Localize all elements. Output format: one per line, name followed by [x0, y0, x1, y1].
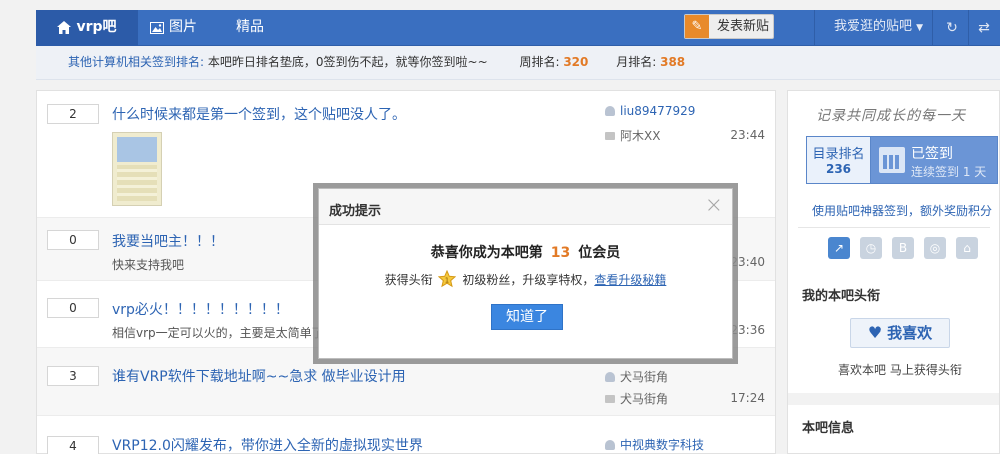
- badge-prefix: 获得头衔: [384, 273, 433, 287]
- user-icon: [605, 106, 615, 116]
- my-forums-label: 我爱逛的贴吧: [834, 19, 913, 34]
- right-sidebar: 记录共同成长的每一天 目录排名 236 已签到 连续签到 1 天 使用贴吧神器签…: [787, 90, 1000, 454]
- like-hint: 喜欢本吧 马上获得头衔: [838, 363, 962, 377]
- catalog-rank-label: 目录排名: [812, 147, 865, 162]
- comment-icon: [605, 395, 615, 403]
- picture-icon: [150, 22, 164, 34]
- nav-divider: [814, 10, 815, 46]
- catalog-rank[interactable]: 目录排名 236: [807, 137, 871, 183]
- thread-title[interactable]: vrp必火！！！！！！！！！: [112, 299, 289, 319]
- tab-best[interactable]: 精品: [236, 10, 286, 46]
- thread-author-name: 中视典数字科技: [620, 438, 705, 452]
- divider: [798, 227, 990, 228]
- like-forum-button[interactable]: ♥ 我喜欢: [850, 318, 950, 348]
- dialog-header: 成功提示 ×: [319, 189, 732, 225]
- heart-icon: ♥: [867, 323, 883, 342]
- user-icon: [605, 372, 615, 382]
- badge-level: 1: [445, 277, 449, 285]
- thread-author[interactable]: liu89477929: [605, 104, 695, 118]
- new-post-label: 发表新贴: [717, 19, 770, 34]
- forum-navbar: vrp吧 图片 精品 ✎ 发表新贴 我爱逛的贴吧 ▼ ↻ ⇄: [36, 10, 1000, 46]
- reply-count: 4: [47, 436, 99, 454]
- tab-forum-label: vrp吧: [76, 19, 117, 35]
- thread-title[interactable]: 什么时候来都是第一个签到，这个贴吧没人了。: [112, 104, 406, 124]
- pen-icon: ✎: [685, 15, 709, 38]
- calendar-icon: [879, 147, 905, 173]
- like-button-label: 我喜欢: [887, 324, 933, 342]
- sidebar-slogan: 记录共同成长的每一天: [816, 108, 966, 124]
- share-icon[interactable]: ↗: [828, 237, 850, 259]
- catalog-rank-value: 236: [825, 162, 852, 176]
- congrats-suffix: 位会员: [578, 245, 621, 261]
- nav-divider: [968, 10, 969, 46]
- last-reply-time: 17:24: [730, 391, 765, 405]
- reply-count: 2: [47, 104, 99, 124]
- congrats-message: 恭喜你成为本吧第 13 位会员: [319, 242, 732, 262]
- category-rank-link[interactable]: 其他计算机相关签到排名:: [68, 55, 204, 69]
- user-icon: [605, 440, 615, 450]
- reply-count: 3: [47, 366, 99, 386]
- thread-author-name: 犬马街角: [620, 370, 669, 384]
- thread-author[interactable]: 中视典数字科技: [605, 436, 704, 453]
- sign-tool-link[interactable]: 使用贴吧神器签到，额外奖励积分: [812, 202, 992, 219]
- top-nav: vrp吧 图片 精品 ✎ 发表新贴 我爱逛的贴吧 ▼ ↻ ⇄: [0, 0, 1000, 46]
- sign-in-box: 目录排名 236 已签到 连续签到 1 天: [806, 136, 998, 184]
- week-rank-value: 320: [563, 55, 589, 69]
- refresh-icon[interactable]: ↻: [940, 10, 964, 46]
- last-reply-time: 23:44: [730, 128, 765, 142]
- my-title-heading: 我的本吧头衔: [802, 289, 881, 304]
- tab-pictures[interactable]: 图片: [150, 10, 230, 46]
- reply-count: 0: [47, 298, 99, 318]
- target-icon[interactable]: ◎: [924, 237, 946, 259]
- last-replier-name: 犬马街角: [620, 392, 669, 406]
- rank-message: 本吧昨日排名垫底，0签到伤不起，就等你签到啦~~: [207, 55, 488, 69]
- thread-title[interactable]: 谁有VRP软件下载地址啊~~急求 做毕业设计用: [112, 366, 406, 386]
- badge-line: 获得头衔 1 初级粉丝，升级享特权，查看升级秘籍: [319, 270, 732, 288]
- forum-info-heading: 本吧信息: [802, 421, 855, 436]
- thread-snippet: 相信vrp一定可以火的，主要是太简单了: [112, 326, 324, 340]
- caret-down-icon: ▼: [916, 23, 924, 33]
- week-rank-label: 周排名:: [519, 55, 560, 69]
- signed-in-label: 已签到: [911, 146, 953, 162]
- reply-count: 0: [47, 230, 99, 250]
- thread-title[interactable]: VRP12.0闪耀发布，带你进入全新的虚拟现实世界: [112, 435, 423, 454]
- sign-rank-bar: 其他计算机相关签到排名: 本吧昨日排名垫底，0签到伤不起，就等你签到啦~~ 周排…: [36, 46, 1000, 80]
- sign-streak: 连续签到 1 天: [911, 165, 987, 179]
- thread-author-name: liu89477929: [620, 104, 696, 118]
- badge-icon[interactable]: B: [892, 237, 914, 259]
- month-rank-label: 月排名:: [616, 55, 657, 69]
- star-badge-icon: 1: [438, 270, 457, 288]
- home-icon: [57, 21, 72, 34]
- nav-divider: [932, 10, 933, 46]
- app-icon-row: ↗ ◷ B ◎ ⌂: [828, 237, 988, 261]
- swap-icon[interactable]: ⇄: [972, 10, 996, 46]
- comment-icon: [605, 132, 615, 140]
- tab-forum-home[interactable]: vrp吧: [36, 10, 138, 46]
- thread-title[interactable]: 我要当吧主！！！: [112, 231, 224, 251]
- thread-thumbnail[interactable]: [112, 132, 162, 206]
- thread-author[interactable]: 犬马街角: [605, 368, 668, 385]
- last-replier[interactable]: 犬马街角: [605, 390, 668, 407]
- close-icon[interactable]: ×: [705, 195, 723, 217]
- thread-row: 4 VRP12.0闪耀发布，带你进入全新的虚拟现实世界 中视典数字科技: [37, 416, 775, 454]
- gauge-icon[interactable]: ◷: [860, 237, 882, 259]
- ok-button[interactable]: 知道了: [491, 304, 563, 330]
- last-replier[interactable]: 阿木XX: [605, 127, 660, 144]
- new-post-button[interactable]: ✎ 发表新贴: [684, 14, 774, 39]
- congrats-prefix: 恭喜你成为本吧第: [430, 245, 543, 261]
- thread-snippet: 快来支持我吧: [112, 258, 185, 272]
- my-forums-dropdown[interactable]: 我爱逛的贴吧 ▼: [834, 10, 923, 45]
- member-number: 13: [550, 245, 571, 261]
- last-replier-name: 阿木XX: [620, 129, 661, 143]
- tab-pictures-label: 图片: [169, 19, 197, 35]
- success-dialog: 成功提示 × 恭喜你成为本吧第 13 位会员 获得头衔 1 初级粉丝，升级享特权，查…: [318, 188, 733, 359]
- badge-suffix: 初级粉丝，升级享特权，: [462, 273, 595, 287]
- upgrade-guide-link[interactable]: 查看升级秘籍: [594, 273, 666, 287]
- month-rank-value: 388: [660, 55, 686, 69]
- house-icon[interactable]: ⌂: [956, 237, 978, 259]
- section-gap: [788, 393, 999, 405]
- dialog-title: 成功提示: [329, 204, 382, 219]
